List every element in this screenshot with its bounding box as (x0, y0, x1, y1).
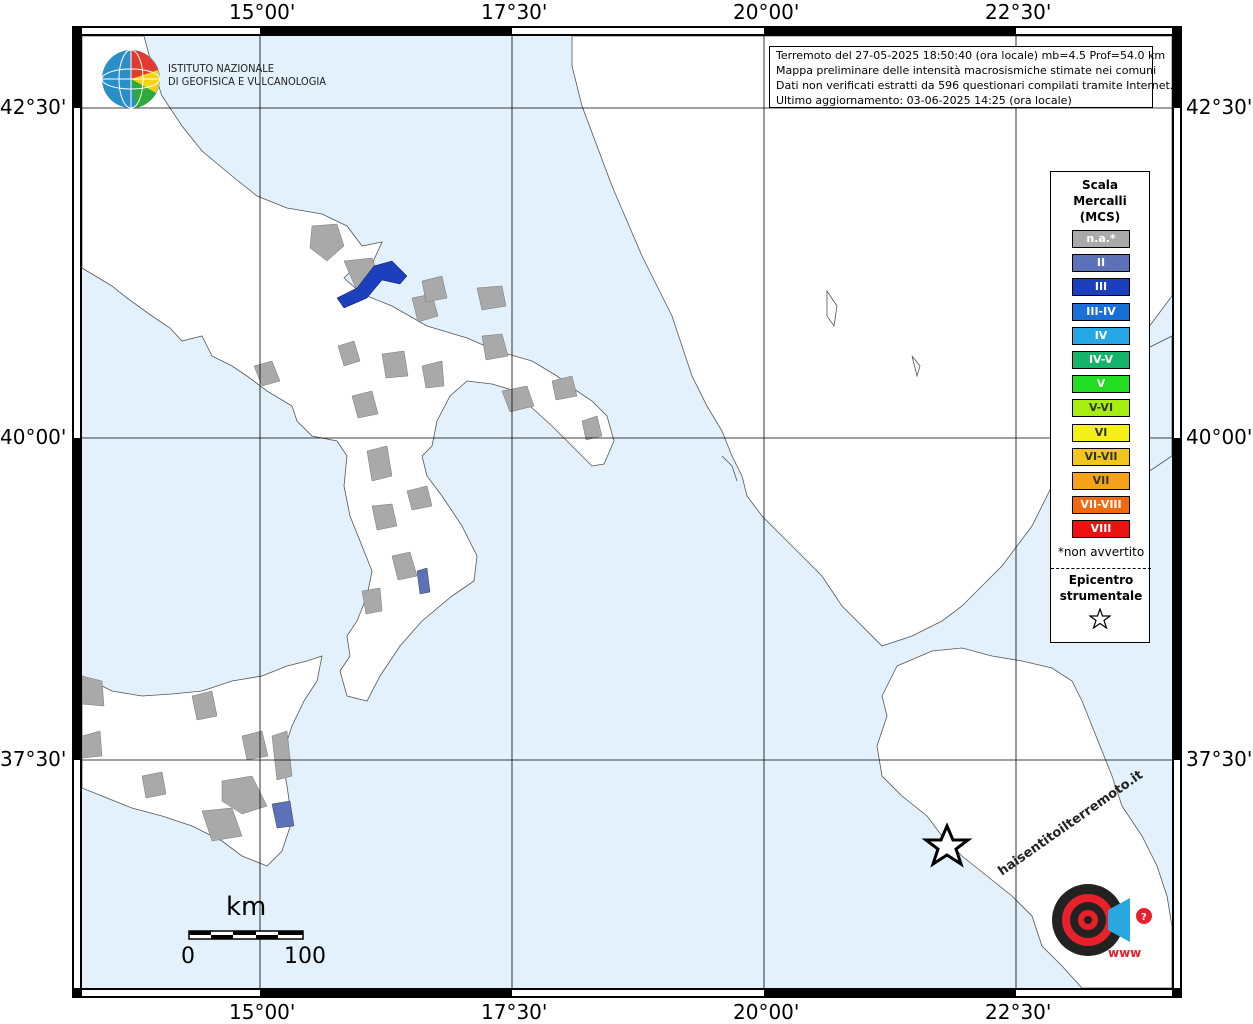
legend-item: VII (1072, 472, 1130, 490)
event-info-line4: Ultimo aggiornamento: 03-06-2025 14:25 (… (776, 94, 1072, 107)
legend-item: VI-VII (1072, 447, 1130, 466)
frame-segment (512, 28, 764, 34)
frame-segment (82, 28, 260, 34)
lat-label-left-2: 40°00' (0, 425, 67, 449)
legend-note: *non avvertito (1057, 545, 1145, 559)
lon-label-top-2: 17°30' (481, 0, 548, 24)
legend-title-line3: (MCS) (1079, 210, 1121, 224)
lon-label-bottom-4: 22°30' (985, 1000, 1052, 1024)
legend-title: Scala Mercalli (MCS) (1051, 177, 1149, 225)
map-svg (82, 36, 1172, 988)
legend-epicenter-line1: Epicentro (1068, 573, 1134, 587)
scale-end: 100 (284, 944, 326, 969)
legend-title-line1: Scala (1081, 178, 1119, 192)
map-canvas[interactable] (82, 36, 1172, 988)
legend-item: V-VI (1072, 399, 1130, 418)
hsit-www: www (1108, 946, 1142, 960)
lon-label-top-3: 20°00' (733, 0, 800, 24)
legend-epicenter-label: Epicentro strumentale (1051, 572, 1151, 604)
frame-segment (1174, 760, 1180, 988)
lon-label-top-4: 22°30' (985, 0, 1052, 24)
legend-item: II (1072, 254, 1130, 273)
lat-label-left-3: 37°30' (0, 747, 67, 771)
legend-item: III-IV (1072, 302, 1130, 321)
scale-bar (188, 930, 304, 940)
lat-label-left-1: 42°30' (0, 95, 67, 119)
legend-item: IV (1072, 326, 1130, 345)
legend-epicenter-line2: strumentale (1059, 589, 1143, 603)
ingv-name-line1: ISTITUTO NAZIONALE (168, 62, 275, 75)
legend-item: III (1072, 278, 1130, 297)
lon-label-bottom-1: 15°00' (229, 1000, 296, 1024)
ingv-logo (100, 48, 162, 114)
legend-item: IV-V (1072, 351, 1130, 369)
legend-item: VII-VIII (1072, 496, 1130, 515)
frame-segment (512, 990, 764, 996)
lon-label-bottom-2: 17°30' (481, 1000, 548, 1024)
legend-title-line2: Mercalli (1073, 194, 1127, 208)
italy-landmass (82, 36, 615, 702)
frame-segment (1016, 28, 1172, 34)
legend-item: VIII (1072, 520, 1130, 539)
lon-label-top-1: 15°00' (229, 0, 296, 24)
epicenter-star-icon (1089, 608, 1111, 630)
frame-segment (82, 990, 260, 996)
event-info-box: Terremoto del 27-05-2025 18:50:40 (ora l… (769, 46, 1174, 108)
hsit-logo[interactable]: ? haisentitoilterremoto.it www (996, 768, 1160, 976)
lat-label-right-1: 42°30' (1186, 95, 1253, 119)
frame-segment (1174, 108, 1180, 438)
scale-unit: km (226, 892, 267, 922)
event-info-line2: Mappa preliminare delle intensità macros… (776, 64, 1157, 77)
legend-item: n.a.* (1072, 230, 1130, 248)
ingv-name: ISTITUTO NAZIONALE DI GEOFISICA E VULCAN… (168, 62, 326, 88)
legend-item: VI (1072, 423, 1130, 442)
event-info-line3: Dati non verificati estratti da 596 ques… (776, 79, 1174, 92)
lat-label-right-2: 40°00' (1186, 425, 1253, 449)
event-info-line1: Terremoto del 27-05-2025 18:50:40 (ora l… (776, 49, 1166, 62)
frame-segment (74, 108, 80, 438)
globe-icon (101, 49, 161, 109)
legend-item: V (1072, 375, 1130, 394)
mcs-legend: Scala Mercalli (MCS) n.a.* II III III-IV IV I… (1050, 171, 1151, 643)
frame-segment (74, 760, 80, 988)
frame-segment (1016, 990, 1172, 996)
svg-text:?: ? (1141, 912, 1147, 923)
scale-start: 0 (181, 944, 195, 969)
ingv-name-line2: DI GEOFISICA E VULCANOLOGIA (168, 75, 327, 88)
lon-label-bottom-3: 20°00' (733, 1000, 800, 1024)
legend-separator (1051, 568, 1151, 569)
lat-label-right-3: 37°30' (1186, 747, 1253, 771)
